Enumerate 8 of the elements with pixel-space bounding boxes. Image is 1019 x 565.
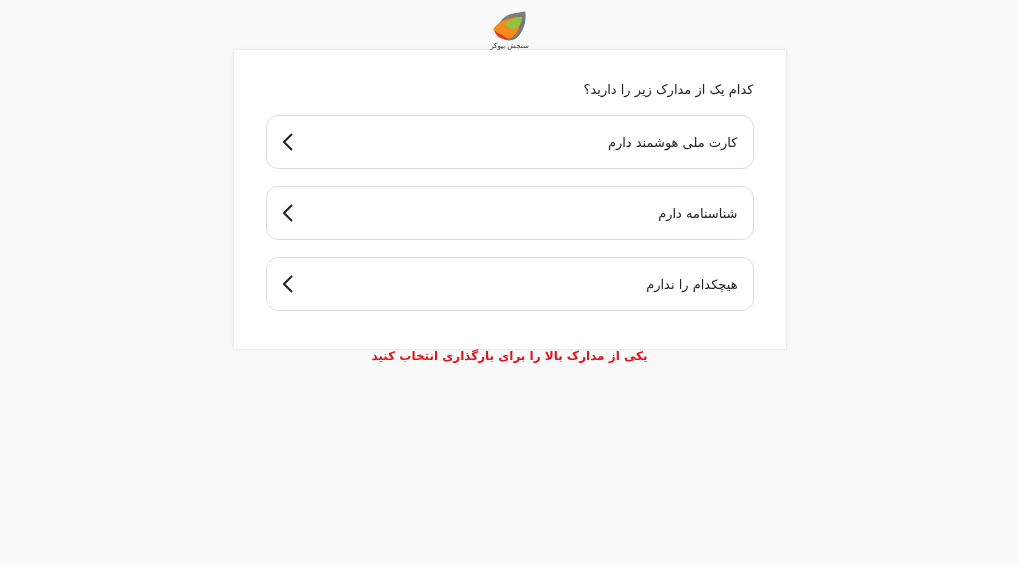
option-button[interactable]: شناسنامه دارم xyxy=(265,186,754,240)
option-button[interactable]: هیچکدام را ندارم xyxy=(265,257,754,311)
chevron-left-icon xyxy=(282,204,293,222)
option-button[interactable]: کارت ملی هوشمند دارم xyxy=(265,115,754,169)
error-message: یکی از مدارک بالا را برای بارگذاری انتخاب کنید xyxy=(371,349,648,363)
chevron-left-icon xyxy=(282,275,293,293)
chevron-left-icon xyxy=(282,133,293,151)
question-text: کدام یک از مدارک زیر را دارید؟ xyxy=(582,82,754,97)
